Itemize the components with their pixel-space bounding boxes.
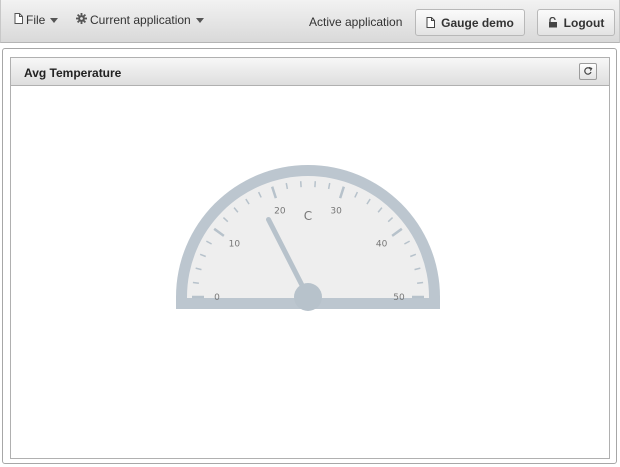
gauge-tick-label: 0 (214, 293, 220, 303)
gear-icon (76, 13, 87, 27)
temperature-gauge: 0 10 20 30 40 50 C (176, 165, 440, 311)
gauge-tick-label: 50 (393, 293, 405, 303)
main-content-area: Avg Temperature 0 10 20 30 40 50 C (2, 48, 617, 464)
gauge-face (187, 176, 429, 298)
gauge-needle-hub (294, 283, 322, 311)
document-icon (426, 17, 436, 28)
gauge-tick-label: 10 (229, 240, 241, 250)
gauge-tick-label: 40 (376, 240, 388, 250)
logout-button[interactable]: Logout (537, 9, 615, 36)
file-menu-label: File (26, 13, 46, 27)
document-icon (14, 13, 23, 27)
gauge-minor-tick (192, 281, 199, 284)
gauge-unit-label: C (304, 209, 312, 223)
refresh-button[interactable] (579, 63, 597, 80)
top-menubar: File Current application Active applicat… (0, 0, 620, 43)
file-menu[interactable]: File (14, 13, 59, 27)
current-application-label: Current application (90, 13, 191, 27)
panel-header: Avg Temperature (11, 58, 609, 86)
gauge-tick-label: 30 (330, 206, 342, 216)
gauge-demo-button[interactable]: Gauge demo (415, 9, 525, 36)
gauge-demo-button-label: Gauge demo (441, 15, 514, 30)
padlock-icon (548, 17, 558, 28)
gauge-tick-label: 20 (274, 206, 286, 216)
panel-title: Avg Temperature (24, 66, 122, 80)
current-application-menu[interactable]: Current application (76, 13, 204, 27)
chevron-down-icon (50, 18, 59, 23)
gauge-minor-tick (417, 281, 424, 284)
logout-button-label: Logout (563, 15, 605, 30)
refresh-icon (583, 65, 593, 79)
chevron-down-icon (195, 18, 204, 23)
temperature-panel: Avg Temperature 0 10 20 30 40 50 C (10, 57, 610, 459)
active-application-label: Active application (309, 15, 403, 29)
